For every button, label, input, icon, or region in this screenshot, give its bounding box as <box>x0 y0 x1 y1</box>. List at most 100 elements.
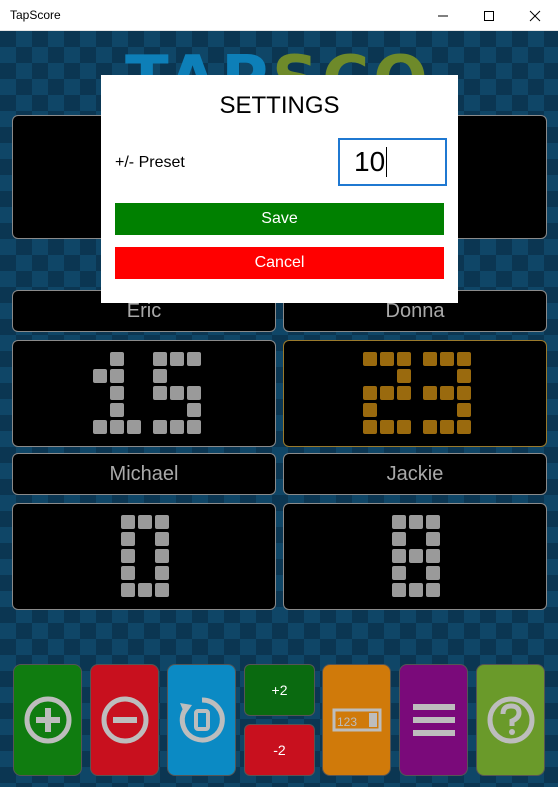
settings-dialog: SETTINGS +/- Preset 10 Save Cancel <box>101 75 458 303</box>
svg-text:123: 123 <box>337 715 357 729</box>
set-score-button[interactable]: 123 <box>322 664 391 776</box>
digit-dot <box>110 386 124 400</box>
score-digit <box>363 352 411 434</box>
score-panel-eric[interactable] <box>12 340 276 447</box>
score-digit <box>93 352 141 434</box>
digit-dot <box>457 403 471 417</box>
save-button[interactable]: Save <box>115 203 444 235</box>
digit-dot <box>187 386 201 400</box>
digit-dot <box>440 352 454 366</box>
digit-dot <box>153 352 167 366</box>
plus-circle-icon <box>24 696 71 744</box>
digit-dot <box>380 352 394 366</box>
plus-preset-button[interactable]: +2 <box>244 664 315 716</box>
score-digit <box>153 352 201 434</box>
keypad-icon: 123 <box>332 708 381 732</box>
minimize-icon <box>438 15 448 16</box>
digit-dot <box>153 386 167 400</box>
score-panel-jackie[interactable] <box>283 503 547 610</box>
digit-dot <box>170 386 184 400</box>
maximize-button[interactable] <box>466 0 512 31</box>
score-digit <box>423 352 471 434</box>
digit-dot <box>409 515 423 529</box>
digit-dot <box>187 352 201 366</box>
digit-dot <box>155 583 169 597</box>
digit-dot <box>457 420 471 434</box>
digit-dot <box>153 369 167 383</box>
digit-dot <box>110 420 124 434</box>
digit-dot <box>121 549 135 563</box>
help-button[interactable] <box>476 664 545 776</box>
close-button[interactable] <box>512 0 558 31</box>
cancel-button[interactable]: Cancel <box>115 247 444 279</box>
window-title: TapScore <box>10 8 61 22</box>
digit-dot <box>392 515 406 529</box>
digit-dot <box>409 549 423 563</box>
digit-dot <box>423 420 437 434</box>
digit-dot <box>170 352 184 366</box>
digit-dot <box>93 420 107 434</box>
digit-dot <box>170 420 184 434</box>
dialog-title: SETTINGS <box>219 92 340 119</box>
menu-button[interactable] <box>399 664 468 776</box>
maximize-icon <box>484 10 494 21</box>
digit-dot <box>392 549 406 563</box>
subtract-point-button[interactable] <box>90 664 159 776</box>
digit-dot <box>426 532 440 546</box>
score-panel-donna[interactable] <box>283 340 547 447</box>
digit-dot <box>187 420 201 434</box>
digit-dot <box>121 566 135 580</box>
preset-label: +/- Preset <box>115 154 185 171</box>
digit-dot <box>392 532 406 546</box>
digit-dot <box>423 352 437 366</box>
digit-dot <box>440 386 454 400</box>
digit-dot <box>110 352 124 366</box>
score-digit <box>392 515 440 597</box>
digit-dot <box>127 420 141 434</box>
close-icon <box>529 10 541 21</box>
minus-circle-icon <box>101 696 148 744</box>
score-digit <box>121 515 169 597</box>
digit-dot <box>110 403 124 417</box>
window-titlebar: TapScore <box>0 0 558 31</box>
help-icon <box>487 696 534 744</box>
digit-dot <box>397 386 411 400</box>
add-point-button[interactable] <box>13 664 82 776</box>
digit-dot <box>121 583 135 597</box>
digit-dot <box>363 420 377 434</box>
score-display <box>121 515 169 597</box>
digit-dot <box>155 549 169 563</box>
text-caret <box>386 147 388 177</box>
minimize-button[interactable] <box>420 0 466 31</box>
minus-preset-button[interactable]: -2 <box>244 724 315 776</box>
digit-dot <box>110 369 124 383</box>
digit-dot <box>397 369 411 383</box>
player-name-jackie[interactable]: Jackie <box>283 453 547 495</box>
digit-dot <box>409 583 423 597</box>
digit-dot <box>363 352 377 366</box>
preset-input[interactable]: 10 <box>338 138 447 186</box>
score-panel-michael[interactable] <box>12 503 276 610</box>
digit-dot <box>392 566 406 580</box>
reset-icon <box>179 697 225 743</box>
digit-dot <box>457 386 471 400</box>
digit-dot <box>138 583 152 597</box>
digit-dot <box>426 583 440 597</box>
player-name-michael[interactable]: Michael <box>12 453 276 495</box>
digit-dot <box>93 369 107 383</box>
reset-scores-button[interactable] <box>167 664 236 776</box>
digit-dot <box>121 515 135 529</box>
digit-dot <box>397 352 411 366</box>
digit-dot <box>426 549 440 563</box>
digit-dot <box>392 583 406 597</box>
digit-dot <box>426 566 440 580</box>
digit-dot <box>397 420 411 434</box>
digit-dot <box>440 420 454 434</box>
digit-dot <box>457 352 471 366</box>
preset-input-value: 10 <box>354 146 386 177</box>
digit-dot <box>153 420 167 434</box>
digit-dot <box>363 386 377 400</box>
digit-dot <box>380 420 394 434</box>
digit-dot <box>155 532 169 546</box>
score-display <box>363 352 471 434</box>
